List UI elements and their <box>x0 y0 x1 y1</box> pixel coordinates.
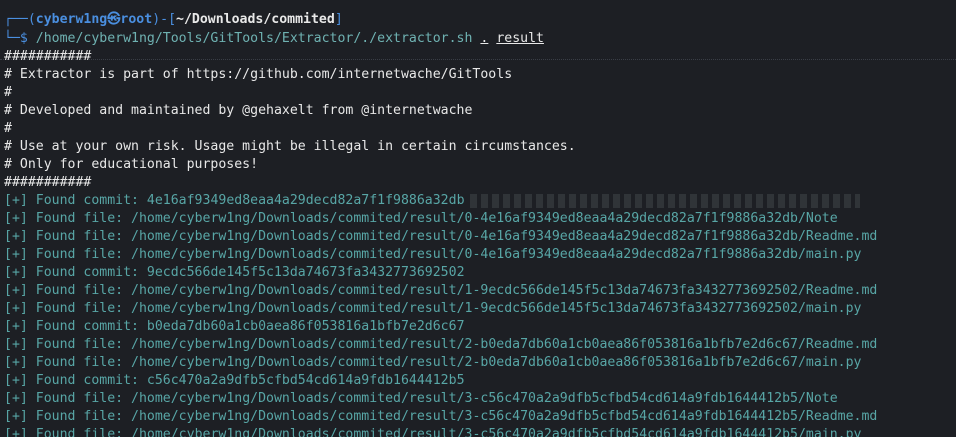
output-tag: [+] Found commit: <box>4 319 147 334</box>
prompt-skull-icon: ㉿ <box>107 12 121 27</box>
prompt-end: ] <box>334 12 343 27</box>
output-value: 9ecdc566de145f5c13da74673fa3432773692502 <box>146 265 465 280</box>
output-value: /home/cyberw1ng/Downloads/commited/resul… <box>131 211 838 226</box>
output-value: /home/cyberw1ng/Downloads/commited/resul… <box>131 427 862 437</box>
banner-line: ########### <box>4 175 92 190</box>
output-value: /home/cyberw1ng/Downloads/commited/resul… <box>131 391 838 406</box>
prompt-dollar: └─$ <box>4 31 36 46</box>
output-line: [+] Found file: /home/cyberw1ng/Download… <box>4 408 877 426</box>
terminal-window[interactable]: ┌──(cyberw1ng㉿root)-[~/Downloads/commite… <box>0 0 956 437</box>
output-line: [+] Found commit: b0eda7db60a1cb0aea86f0… <box>4 318 465 336</box>
output-tag: [+] Found commit: <box>4 193 147 208</box>
output-tag: [+] Found file: <box>4 301 132 316</box>
output-line: [+] Found file: /home/cyberw1ng/Download… <box>4 246 862 264</box>
output-line: [+] Found commit: 4e16af9349ed8eaa4a29de… <box>4 192 465 210</box>
output-line: [+] Found commit: 9ecdc566de145f5c13da74… <box>4 264 465 282</box>
output-tag: [+] Found file: <box>4 283 132 298</box>
output-value: b0eda7db60a1cb0aea86f053816a1bfb7e2d6c67 <box>146 319 465 334</box>
command-arg-dot: . <box>480 31 489 46</box>
output-line: [+] Found file: /home/cyberw1ng/Download… <box>4 336 877 354</box>
output-tag: [+] Found file: <box>4 391 132 406</box>
output-value: /home/cyberw1ng/Downloads/commited/resul… <box>131 301 862 316</box>
output-value: /home/cyberw1ng/Downloads/commited/resul… <box>131 355 862 370</box>
output-tag: [+] Found file: <box>4 211 132 226</box>
prompt-user: cyberw1ng <box>35 12 108 27</box>
output-value: /home/cyberw1ng/Downloads/commited/resul… <box>131 229 878 244</box>
output-tag: [+] Found commit: <box>4 373 147 388</box>
output-line: [+] Found commit: c56c470a2a9dfb5cfbd54c… <box>4 372 465 390</box>
banner-line: # <box>4 85 12 100</box>
background-artifact <box>470 194 860 208</box>
prompt-path: ~/Downloads/commited <box>176 12 335 27</box>
output-tag: [+] Found file: <box>4 427 132 437</box>
prompt-frame: ┌──( <box>4 12 36 27</box>
banner-line: # Developed and maintained by @gehaxelt … <box>4 103 473 118</box>
banner-line: # Extractor is part of https://github.co… <box>4 67 513 82</box>
output-tag: [+] Found file: <box>4 355 132 370</box>
output-line: [+] Found file: /home/cyberw1ng/Download… <box>4 228 877 246</box>
command-line[interactable]: └─$ /home/cyberw1ng/Tools/GitTools/Extra… <box>4 30 544 48</box>
output-line: [+] Found file: /home/cyberw1ng/Download… <box>4 282 877 300</box>
output-line: [+] Found file: /home/cyberw1ng/Download… <box>4 210 838 228</box>
divider <box>0 59 956 60</box>
output-value: /home/cyberw1ng/Downloads/commited/resul… <box>131 337 878 352</box>
output-value: 4e16af9349ed8eaa4a29decd82a7f1f9886a32db <box>146 193 465 208</box>
banner-line: # Only for educational purposes! <box>4 157 259 172</box>
banner-line: # Use at your own risk. Usage might be i… <box>4 139 576 154</box>
banner-line: # <box>4 121 12 136</box>
output-line: [+] Found file: /home/cyberw1ng/Download… <box>4 390 838 408</box>
output-tag: [+] Found commit: <box>4 265 147 280</box>
output-value: /home/cyberw1ng/Downloads/commited/resul… <box>131 283 878 298</box>
output-line: [+] Found file: /home/cyberw1ng/Download… <box>4 354 862 372</box>
prompt-line: ┌──(cyberw1ng㉿root)-[~/Downloads/commite… <box>4 11 343 29</box>
output-tag: [+] Found file: <box>4 247 132 262</box>
output-line: [+] Found file: /home/cyberw1ng/Download… <box>4 426 862 437</box>
command-arg-result: result <box>496 31 544 46</box>
output-value: c56c470a2a9dfb5cfbd54cd614a9fdb1644412b5 <box>146 373 465 388</box>
prompt-mid: )-[ <box>152 12 177 27</box>
banner-line: ########### <box>4 49 92 64</box>
command-text: /home/cyberw1ng/Tools/GitTools/Extractor… <box>35 31 473 46</box>
output-value: /home/cyberw1ng/Downloads/commited/resul… <box>131 247 862 262</box>
output-line: [+] Found file: /home/cyberw1ng/Download… <box>4 300 862 318</box>
output-tag: [+] Found file: <box>4 229 132 244</box>
output-tag: [+] Found file: <box>4 409 132 424</box>
output-tag: [+] Found file: <box>4 337 132 352</box>
prompt-host: root <box>120 12 153 27</box>
output-value: /home/cyberw1ng/Downloads/commited/resul… <box>131 409 878 424</box>
